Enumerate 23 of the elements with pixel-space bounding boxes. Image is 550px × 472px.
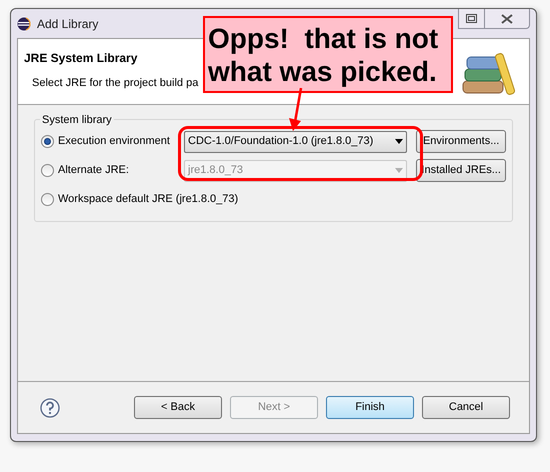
dropdown-field[interactable]: CDC-1.0/Foundation-1.0 (jre1.8.0_73) xyxy=(184,130,408,152)
eclipse-logo-icon xyxy=(17,16,31,30)
dialog-button[interactable]: < Back xyxy=(134,396,222,419)
arrow-icon xyxy=(288,88,304,132)
close-button[interactable] xyxy=(485,9,530,29)
page-description: Select JRE for the project build pa xyxy=(31,76,198,91)
dialog-button[interactable]: Cancel xyxy=(422,396,510,419)
close-icon xyxy=(501,14,513,24)
callout-box: Opps! that is not what was picked. xyxy=(203,16,453,93)
radio-label[interactable]: Execution environment xyxy=(58,133,170,150)
group-label: System library xyxy=(40,112,114,128)
page-title: JRE System Library xyxy=(24,50,138,67)
radio-label[interactable]: Workspace default JRE (jre1.8.0_73) xyxy=(58,191,238,208)
help-icon xyxy=(40,398,60,418)
dropdown-arrow-icon xyxy=(395,139,404,144)
maximize-button[interactable] xyxy=(458,9,485,29)
dropdown-arrow-icon xyxy=(395,168,404,173)
window-title: Add Library xyxy=(37,16,98,32)
radio-button[interactable] xyxy=(41,193,54,206)
environment-button[interactable]: Environments... xyxy=(416,130,506,153)
maximize-icon xyxy=(466,14,477,23)
radio-button[interactable] xyxy=(41,135,54,148)
dialog-button[interactable]: Finish xyxy=(326,396,414,419)
